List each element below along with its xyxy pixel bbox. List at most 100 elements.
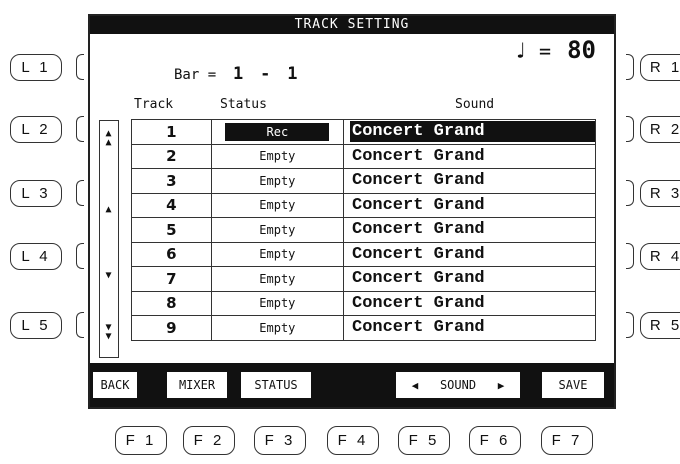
button-r2[interactable]: R 2 (640, 116, 680, 143)
tempo-display: ♩ = 80 (514, 36, 596, 64)
button-l4-bracket (76, 243, 84, 269)
track-sound: Concert Grand (352, 195, 485, 215)
button-l1-bracket (76, 54, 84, 80)
track-number: 9 (131, 315, 212, 341)
button-f3[interactable]: F 3 (254, 426, 306, 455)
tempo-equals: = (539, 39, 552, 63)
track-sound: Concert Grand (352, 244, 485, 264)
track-status: Empty (259, 271, 296, 286)
save-button[interactable]: SAVE (541, 371, 605, 399)
status-cell[interactable]: Empty (210, 290, 345, 316)
button-f4[interactable]: F 4 (327, 426, 379, 455)
button-r4[interactable]: R 4 (640, 243, 680, 270)
track-sound: Concert Grand (352, 220, 485, 240)
scroll-column: ▲ ▲ ▲ ▼ ▼ ▼ (99, 120, 119, 358)
softkey-bar: BACK MIXER STATUS ◀ SOUND ▶ SAVE (90, 363, 614, 407)
track-sound: Concert Grand (352, 269, 485, 289)
back-button[interactable]: BACK (92, 371, 138, 399)
page-down-icon[interactable]: ▼ ▼ (100, 323, 117, 342)
button-l1[interactable]: L 1 (10, 54, 62, 81)
button-l4[interactable]: L 4 (10, 243, 62, 270)
button-f1[interactable]: F 1 (115, 426, 167, 455)
table-row[interactable]: 1 Rec Concert Grand (131, 119, 596, 145)
column-header-status: Status (220, 97, 267, 112)
track-status: Empty (259, 247, 296, 262)
down-icon[interactable]: ▼ (100, 271, 117, 281)
status-cell[interactable]: Empty (210, 315, 345, 341)
sound-cell[interactable]: Concert Grand (343, 241, 596, 267)
track-sound: Concert Grand (352, 171, 485, 191)
track-sound: Concert Grand (350, 121, 595, 143)
screen-title: TRACK SETTING (90, 16, 614, 34)
button-l5[interactable]: L 5 (10, 312, 62, 339)
track-number: 7 (131, 266, 212, 292)
status-cell[interactable]: Rec (210, 119, 345, 145)
page-up-icon[interactable]: ▲ ▲ (100, 129, 117, 148)
button-f5[interactable]: F 5 (398, 426, 450, 455)
button-l2[interactable]: L 2 (10, 116, 62, 143)
button-r1[interactable]: R 1 (640, 54, 680, 81)
bar-label: Bar = (174, 67, 217, 83)
table-row[interactable]: 7 Empty Concert Grand (131, 266, 596, 292)
button-f2[interactable]: F 2 (183, 426, 235, 455)
sound-cell[interactable]: Concert Grand (343, 217, 596, 243)
up-icon[interactable]: ▲ (100, 205, 117, 215)
mixer-button[interactable]: MIXER (166, 371, 228, 399)
status-cell[interactable]: Empty (210, 241, 345, 267)
quarter-note-icon: ♩ (513, 39, 527, 64)
track-number: 3 (131, 168, 212, 194)
status-cell[interactable]: Empty (210, 217, 345, 243)
bar-end: 1 (287, 64, 298, 84)
sound-select-button[interactable]: ◀ SOUND ▶ (395, 371, 521, 399)
sound-prev-icon[interactable]: ◀ (412, 379, 419, 392)
button-l3[interactable]: L 3 (10, 180, 62, 207)
sound-cell[interactable]: Concert Grand (343, 315, 596, 341)
status-cell[interactable]: Empty (210, 266, 345, 292)
track-number: 2 (131, 143, 212, 169)
column-header-track: Track (134, 97, 174, 112)
button-f7[interactable]: F 7 (541, 426, 593, 455)
sound-button-label: SOUND (439, 378, 477, 392)
table-row[interactable]: 9 Empty Concert Grand (131, 315, 596, 341)
track-number: 5 (131, 217, 212, 243)
track-status: Empty (259, 320, 296, 335)
sound-cell[interactable]: Concert Grand (343, 192, 596, 218)
button-l2-bracket (76, 116, 84, 142)
button-r1-bracket (626, 54, 634, 80)
button-r3[interactable]: R 3 (640, 180, 680, 207)
sound-next-icon[interactable]: ▶ (498, 379, 505, 392)
sound-cell[interactable]: Concert Grand (343, 290, 596, 316)
table-row[interactable]: 3 Empty Concert Grand (131, 168, 596, 194)
button-r5-bracket (626, 312, 634, 338)
status-button[interactable]: STATUS (240, 371, 312, 399)
button-l3-bracket (76, 180, 84, 206)
button-r3-bracket (626, 180, 634, 206)
track-number: 8 (131, 290, 212, 316)
tempo-value: 80 (567, 36, 596, 64)
display-screen: TRACK SETTING Bar = 1 - 1 ♩ = 80 Track S… (88, 14, 616, 409)
track-status: Empty (259, 149, 296, 164)
sound-cell[interactable]: Concert Grand (343, 119, 596, 145)
track-status: Rec (225, 122, 330, 141)
table-row[interactable]: 6 Empty Concert Grand (131, 241, 596, 267)
sound-cell[interactable]: Concert Grand (343, 168, 596, 194)
table-row[interactable]: 4 Empty Concert Grand (131, 192, 596, 218)
track-sound: Concert Grand (352, 293, 485, 313)
table-row[interactable]: 8 Empty Concert Grand (131, 290, 596, 316)
sound-cell[interactable]: Concert Grand (343, 143, 596, 169)
button-r5[interactable]: R 5 (640, 312, 680, 339)
table-row[interactable]: 5 Empty Concert Grand (131, 217, 596, 243)
track-status: Empty (259, 222, 296, 237)
status-cell[interactable]: Empty (210, 192, 345, 218)
track-table: 1 Rec Concert Grand 2 Empty Concert Grand 3 Emp… (131, 119, 596, 341)
button-f6[interactable]: F 6 (469, 426, 521, 455)
track-number: 4 (131, 192, 212, 218)
track-sound: Concert Grand (352, 318, 485, 338)
status-cell[interactable]: Empty (210, 143, 345, 169)
status-cell[interactable]: Empty (210, 168, 345, 194)
table-row[interactable]: 2 Empty Concert Grand (131, 143, 596, 169)
track-status: Empty (259, 173, 296, 188)
bar-start: 1 (233, 64, 244, 84)
sound-cell[interactable]: Concert Grand (343, 266, 596, 292)
column-header-sound: Sound (455, 97, 495, 112)
